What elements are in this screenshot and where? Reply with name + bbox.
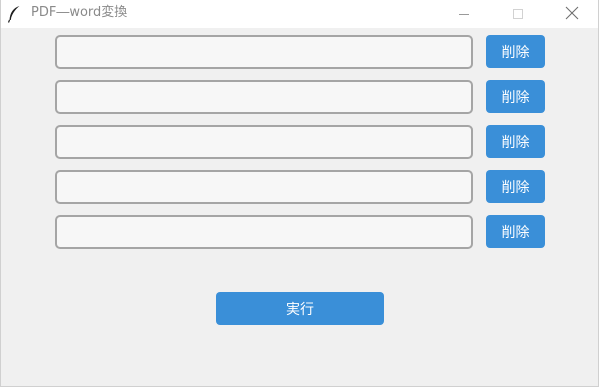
file-path-input-2[interactable] (55, 80, 473, 114)
file-row-2: 削除 (55, 80, 545, 114)
file-path-input-1[interactable] (55, 35, 473, 69)
file-row-1: 削除 (55, 35, 545, 69)
delete-button-4[interactable]: 削除 (486, 170, 545, 203)
minimize-icon (458, 5, 470, 24)
app-window: PDF―word変換 削除 削除 削除 削除 削除 実行 (0, 0, 599, 387)
maximize-button[interactable] (495, 0, 541, 28)
file-path-input-4[interactable] (55, 170, 473, 204)
window-title: PDF―word変換 (31, 5, 128, 20)
delete-button-2[interactable]: 削除 (486, 80, 545, 113)
run-button[interactable]: 実行 (216, 292, 384, 325)
delete-button-1[interactable]: 削除 (486, 35, 545, 68)
close-icon (565, 5, 579, 24)
title-bar[interactable]: PDF―word変換 (1, 0, 598, 28)
maximize-icon (512, 5, 524, 24)
delete-button-5[interactable]: 削除 (486, 215, 545, 248)
close-button[interactable] (549, 0, 595, 28)
delete-button-3[interactable]: 削除 (486, 125, 545, 158)
feather-icon (7, 5, 21, 23)
file-row-3: 削除 (55, 125, 545, 159)
file-row-4: 削除 (55, 170, 545, 204)
file-row-5: 削除 (55, 215, 545, 249)
file-path-input-3[interactable] (55, 125, 473, 159)
minimize-button[interactable] (441, 0, 487, 28)
file-path-input-5[interactable] (55, 215, 473, 249)
